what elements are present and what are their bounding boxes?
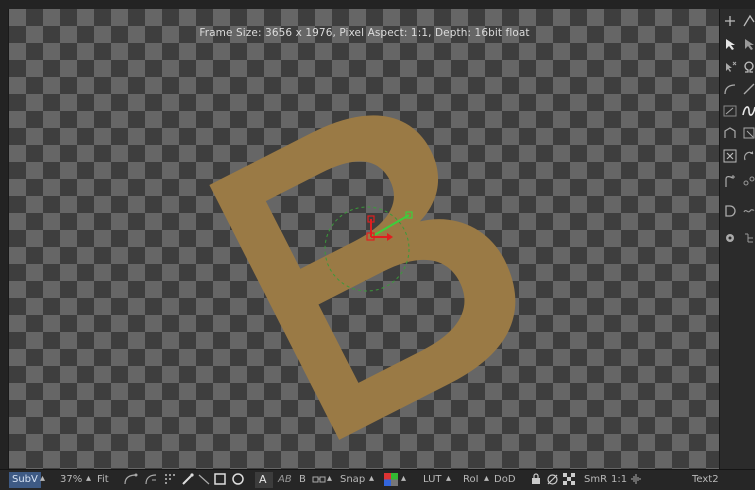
bspline-icon[interactable] [741,103,755,119]
zoom-value[interactable]: 37% [60,474,82,486]
add-point-icon[interactable] [722,173,738,189]
warp-icon[interactable] [722,125,738,141]
viewer-canvas[interactable]: Frame Size: 3656 x 1976, Pixel Aspect: 1… [8,9,720,469]
plus-icon[interactable] [722,13,738,29]
lut-button[interactable]: LUT [423,474,442,486]
frame-info-text: Frame Size: 3656 x 1976, Pixel Aspect: 1… [199,27,530,39]
no-alpha-icon[interactable] [546,473,559,490]
color-channels-icon[interactable] [384,473,398,490]
roi-button[interactable]: RoI [463,474,479,486]
smooth-icon[interactable] [722,103,738,119]
tilde-icon[interactable] [741,203,755,219]
roi-dropdown-icon[interactable]: ▴ [484,473,489,485]
omega-icon[interactable] [741,59,755,75]
zoom-dropdown-icon[interactable]: ▴ [86,473,91,485]
snap-dropdown-icon[interactable]: ▴ [369,473,374,485]
subview-button[interactable]: SubV [9,472,41,488]
polyline-tool-icon[interactable] [197,472,211,490]
curve-icon[interactable] [722,81,738,97]
rectangle-tool-icon[interactable] [214,473,226,489]
right-toolbar [719,9,755,469]
buffer-ab-button[interactable]: AB [278,474,292,486]
ratio-button[interactable]: 1:1 [611,474,627,486]
line-icon[interactable] [741,81,755,97]
hierarchy-icon[interactable] [741,230,755,246]
stereo-glasses-icon[interactable] [312,472,326,490]
checker-toggle-icon[interactable] [563,473,576,490]
grid-dots-icon[interactable] [163,472,177,490]
buffer-a-button[interactable]: A [259,474,267,486]
delete-point-icon[interactable] [722,148,738,164]
curve-tool-icon[interactable] [123,472,139,490]
smr-button[interactable]: SmR [584,474,607,486]
arrow-icon[interactable] [741,36,755,52]
snap-button[interactable]: Snap [340,474,365,486]
gamma-tool-icon[interactable] [143,472,159,490]
lut-dropdown-icon[interactable]: ▴ [446,473,451,485]
fit-button[interactable]: Fit [97,474,109,486]
active-node-name: Text2 [692,474,719,485]
bbox-icon[interactable] [741,125,755,141]
paint-brush-icon[interactable] [181,472,195,490]
polyline-icon[interactable] [741,13,755,29]
audio-waveform-icon[interactable] [630,473,642,489]
viewer-graphics [209,115,516,440]
d-icon[interactable] [722,203,738,219]
viewer-bottom-bar: SubV ▴ 37% ▴ Fit A AB B ▴ Snap ▴ ▴ LUT ▴… [0,469,755,490]
stereo-dropdown-icon[interactable]: ▴ [327,473,332,485]
lock-icon[interactable] [530,473,542,489]
letter-b-shape [209,115,516,440]
subview-dropdown-icon[interactable]: ▴ [40,473,45,485]
channels-dropdown-icon[interactable]: ▴ [401,473,406,485]
rotate-icon[interactable] [741,148,755,164]
visibility-icon[interactable] [722,230,738,246]
buffer-b-button[interactable]: B [299,474,306,486]
dod-button[interactable]: DoD [494,474,516,486]
ellipse-tool-icon[interactable] [232,473,244,489]
select-arrow-icon[interactable] [722,36,738,52]
arrow-x-icon[interactable] [722,59,738,75]
keyframe-icon[interactable] [741,173,755,189]
